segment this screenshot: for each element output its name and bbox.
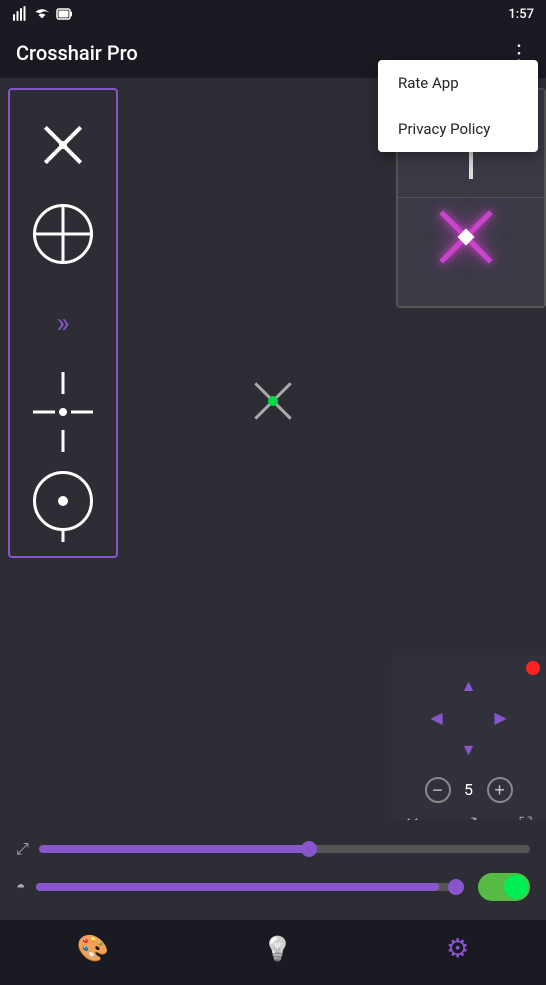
opacity-icon: ◓: [16, 877, 26, 897]
crosshair-dotdash: [33, 372, 93, 452]
privacy-policy-item[interactable]: Privacy Policy: [378, 106, 538, 152]
settings-icon: ⚙: [446, 934, 469, 964]
battery-icon: [56, 6, 72, 22]
size-icon: ⤢: [16, 839, 29, 859]
nav-palette[interactable]: 🎨: [77, 934, 109, 964]
size-slider-thumb: [301, 841, 317, 857]
status-icons: [12, 6, 72, 22]
arrow-up[interactable]: ▲: [461, 676, 477, 696]
stepper-plus-button[interactable]: +: [487, 777, 513, 803]
direction-arrows: ▲ ◀ ▶ ▼: [422, 671, 516, 765]
main-area: »: [0, 78, 546, 885]
status-bar: 1:57: [0, 0, 546, 28]
rate-app-item[interactable]: Rate App: [378, 60, 538, 106]
bottom-controls-area: ⤢ ◓: [0, 820, 546, 920]
opacity-slider-track[interactable]: [36, 883, 460, 891]
nav-light[interactable]: 💡: [263, 935, 293, 963]
nav-settings[interactable]: ⚙: [446, 934, 469, 964]
opacity-slider-fill: [36, 883, 439, 891]
crosshair-dotdash-item[interactable]: [23, 372, 103, 452]
bottom-nav: 🎨 💡 ⚙: [0, 920, 546, 985]
red-indicator: [526, 661, 540, 675]
arrow-right[interactable]: ▶: [494, 708, 506, 727]
toggle-thumb: [504, 875, 528, 899]
crosshair-list-panel: »: [8, 88, 118, 558]
arrow-down[interactable]: ▼: [461, 740, 477, 760]
dropdown-menu: Rate App Privacy Policy: [378, 60, 538, 152]
status-time: 1:57: [508, 7, 534, 22]
stepper-minus-button[interactable]: −: [425, 777, 451, 803]
opacity-slider-thumb: [448, 879, 464, 895]
crosshair-x-item[interactable]: [23, 105, 103, 185]
toggle-switch[interactable]: [478, 873, 530, 901]
main-xhair-dot: [268, 396, 278, 406]
size-slider-track[interactable]: [39, 845, 530, 853]
size-slider-row: ⤢: [16, 839, 530, 859]
crosshair-chevron-item[interactable]: »: [23, 283, 103, 363]
app-title: Crosshair Pro: [16, 41, 138, 65]
size-slider-fill: [39, 845, 309, 853]
opacity-row: ◓: [16, 873, 530, 901]
main-xhair: [243, 371, 303, 431]
crosshair-circle-item[interactable]: [23, 194, 103, 274]
crosshair-chevron: »: [56, 309, 69, 337]
crosshair-x: [33, 115, 93, 175]
arrow-left[interactable]: ◀: [430, 708, 442, 727]
stepper-value: 5: [459, 780, 479, 799]
crosshair-x-center: [59, 141, 67, 149]
main-crosshair-display: [243, 371, 303, 431]
light-icon: 💡: [263, 935, 293, 963]
stepper-row: − 5 +: [425, 777, 513, 803]
preview-purple-x: [426, 197, 506, 277]
palette-icon: 🎨: [77, 934, 109, 964]
crosshair-target-item[interactable]: [23, 461, 103, 541]
preview-bottom: [398, 198, 544, 306]
crosshair-target: [33, 471, 93, 531]
wifi-icon: [34, 8, 50, 20]
crosshair-circle: [33, 204, 93, 264]
signal-icon: [12, 6, 28, 22]
